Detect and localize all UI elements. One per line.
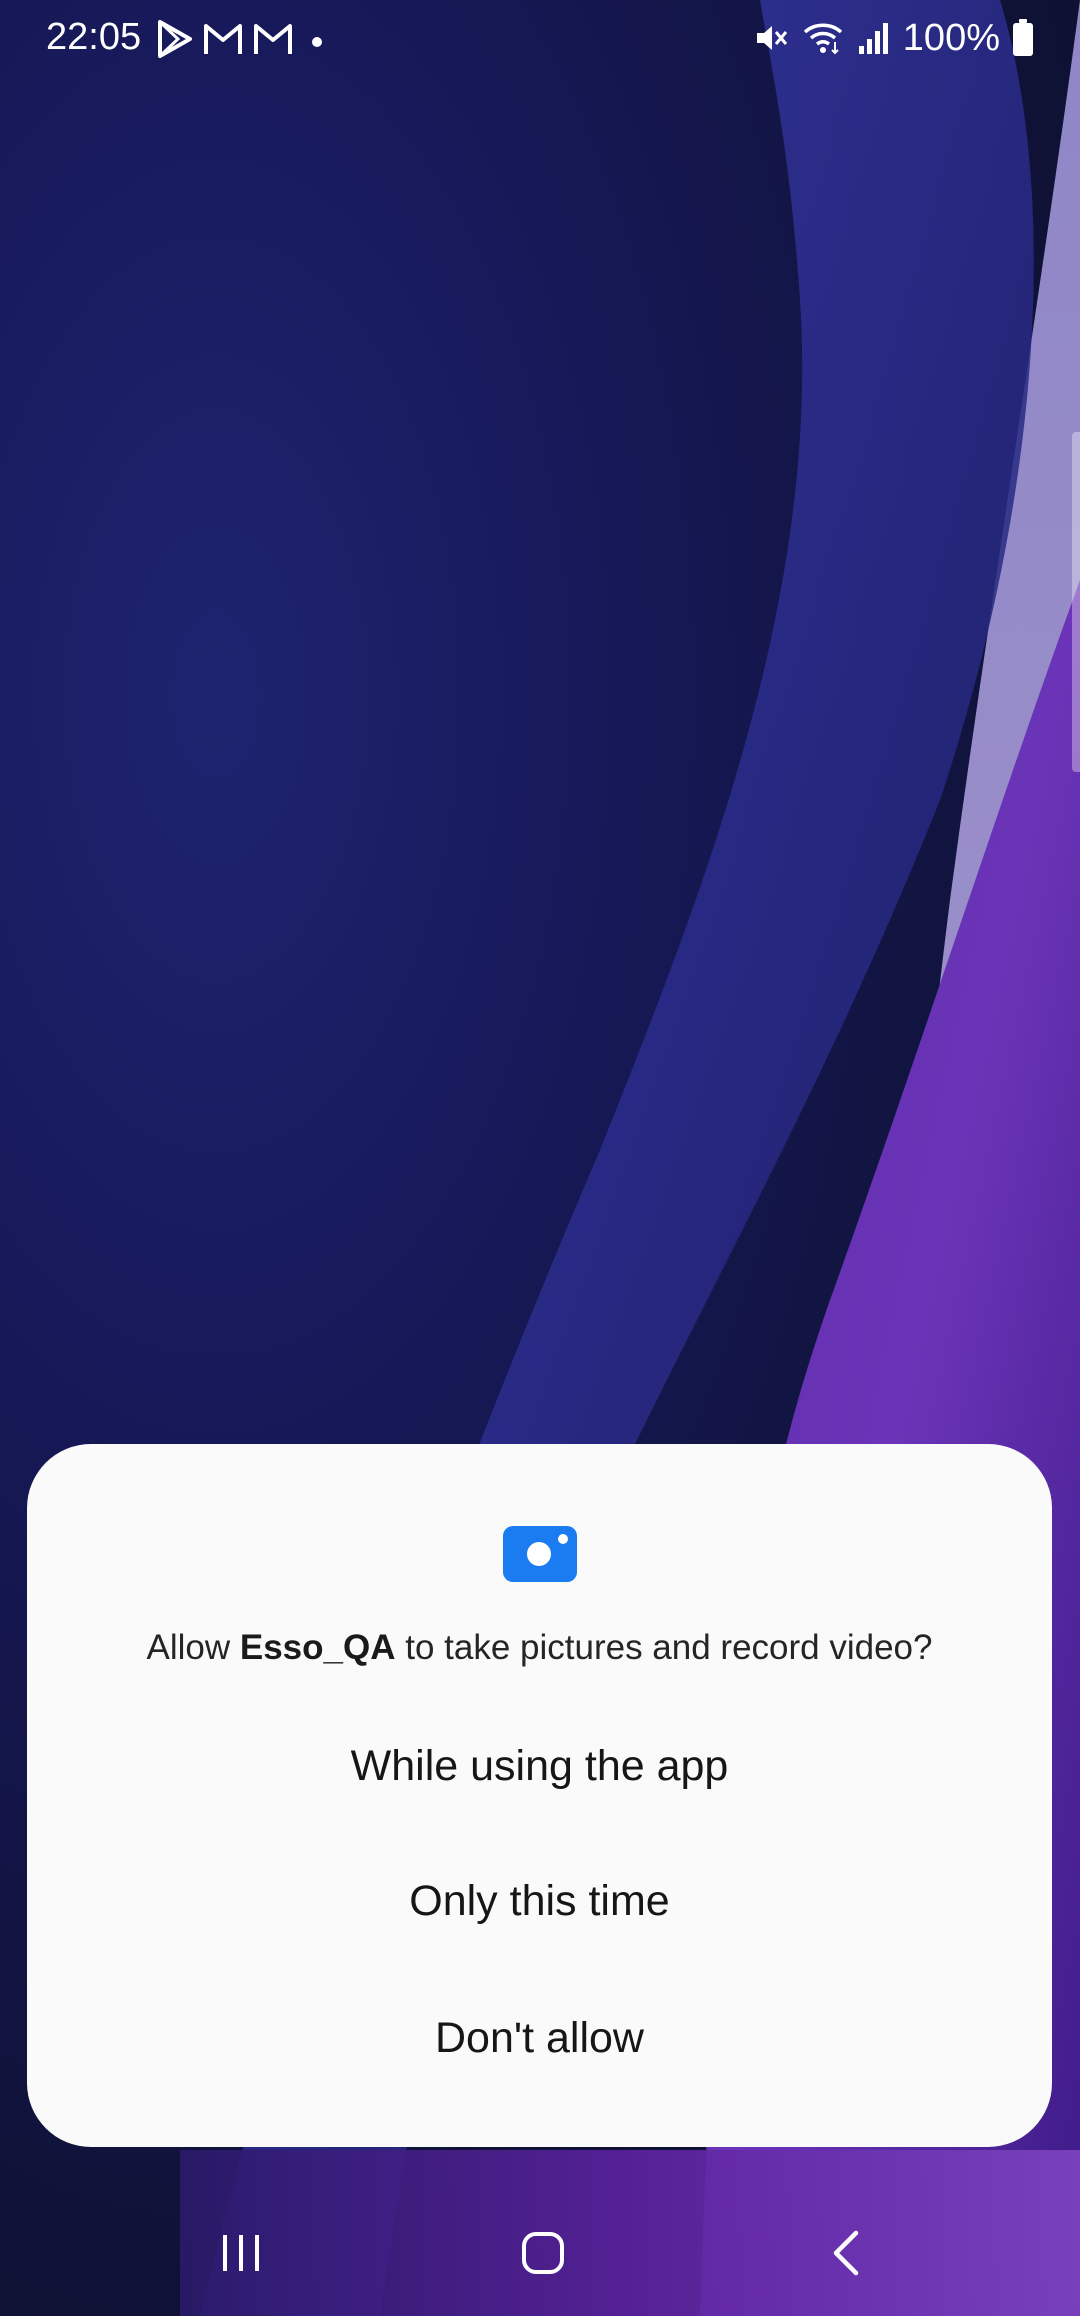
- gmail-icon: [204, 24, 242, 54]
- permission-dialog: Allow Esso_QA to take pictures and recor…: [27, 1444, 1052, 2147]
- permission-message: Allow Esso_QA to take pictures and recor…: [27, 1628, 1052, 1668]
- back-button[interactable]: [766, 2190, 926, 2316]
- signal-icon: [858, 23, 888, 54]
- system-status-icons: 100%: [753, 14, 1034, 62]
- play-store-icon: [158, 20, 192, 58]
- status-time: 22:05: [46, 16, 142, 58]
- notification-icons: [156, 18, 332, 60]
- wifi-icon: [803, 23, 842, 55]
- mute-icon: [756, 26, 787, 50]
- status-bar: 22:05 100%: [0, 0, 1080, 78]
- back-icon: [833, 2230, 859, 2276]
- message-prefix: Allow: [146, 1628, 240, 1667]
- recents-icon: [223, 2235, 259, 2271]
- dot-icon: [312, 37, 322, 47]
- edge-panel-handle[interactable]: [1072, 432, 1080, 772]
- recents-button[interactable]: [161, 2190, 321, 2316]
- battery-percentage: 100%: [902, 16, 1000, 59]
- camera-icon: [503, 1526, 577, 1582]
- while-using-app-button[interactable]: While using the app: [87, 1711, 992, 1821]
- home-button[interactable]: [463, 2190, 623, 2316]
- message-suffix: to take pictures and record video?: [395, 1628, 933, 1667]
- home-icon: [522, 2232, 564, 2274]
- navigation-bar: [0, 2190, 1080, 2316]
- dont-allow-button[interactable]: Don't allow: [87, 1983, 992, 2093]
- gmail-icon: [254, 24, 292, 54]
- app-name: Esso_QA: [239, 1628, 396, 1667]
- battery-icon: [1013, 19, 1033, 56]
- only-this-time-button[interactable]: Only this time: [87, 1846, 992, 1956]
